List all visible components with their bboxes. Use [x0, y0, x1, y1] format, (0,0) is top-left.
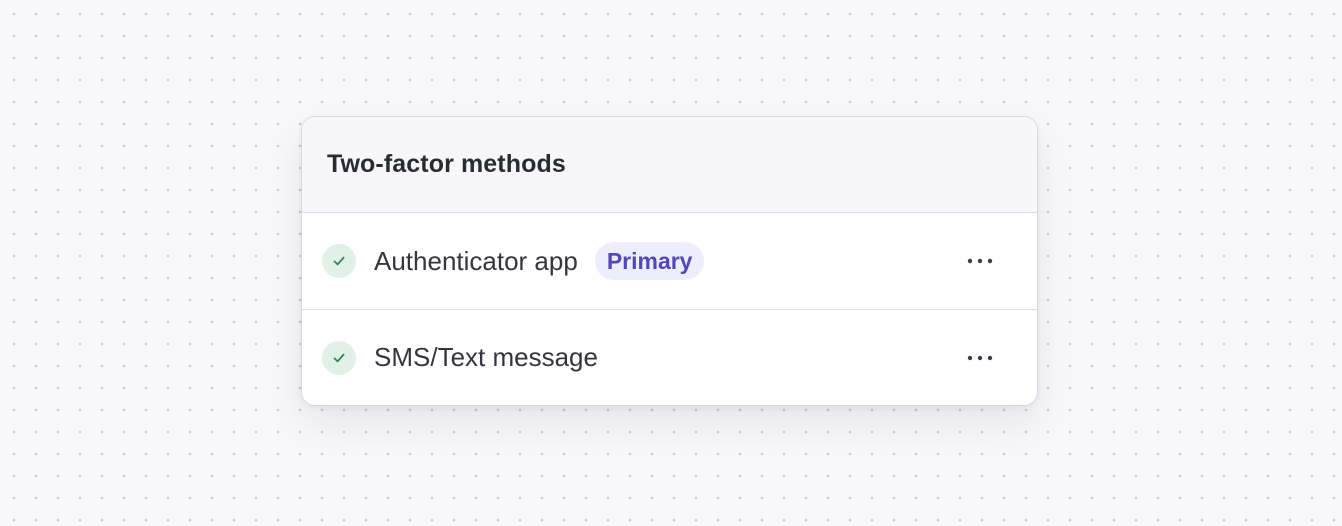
- primary-badge: Primary: [594, 242, 705, 280]
- check-icon: [322, 244, 356, 278]
- two-factor-methods-card: Two-factor methods Authenticator app Pri…: [301, 116, 1038, 406]
- method-label: Authenticator app: [374, 245, 578, 276]
- method-row-sms: SMS/Text message: [302, 309, 1037, 405]
- method-label: SMS/Text message: [374, 342, 598, 372]
- card-header: Two-factor methods: [302, 117, 1037, 213]
- more-horizontal-icon[interactable]: [963, 244, 997, 278]
- method-row-authenticator-app: Authenticator app Primary: [302, 213, 1037, 309]
- check-icon: [322, 340, 356, 375]
- more-horizontal-icon[interactable]: [963, 341, 997, 375]
- card-title: Two-factor methods: [327, 150, 566, 178]
